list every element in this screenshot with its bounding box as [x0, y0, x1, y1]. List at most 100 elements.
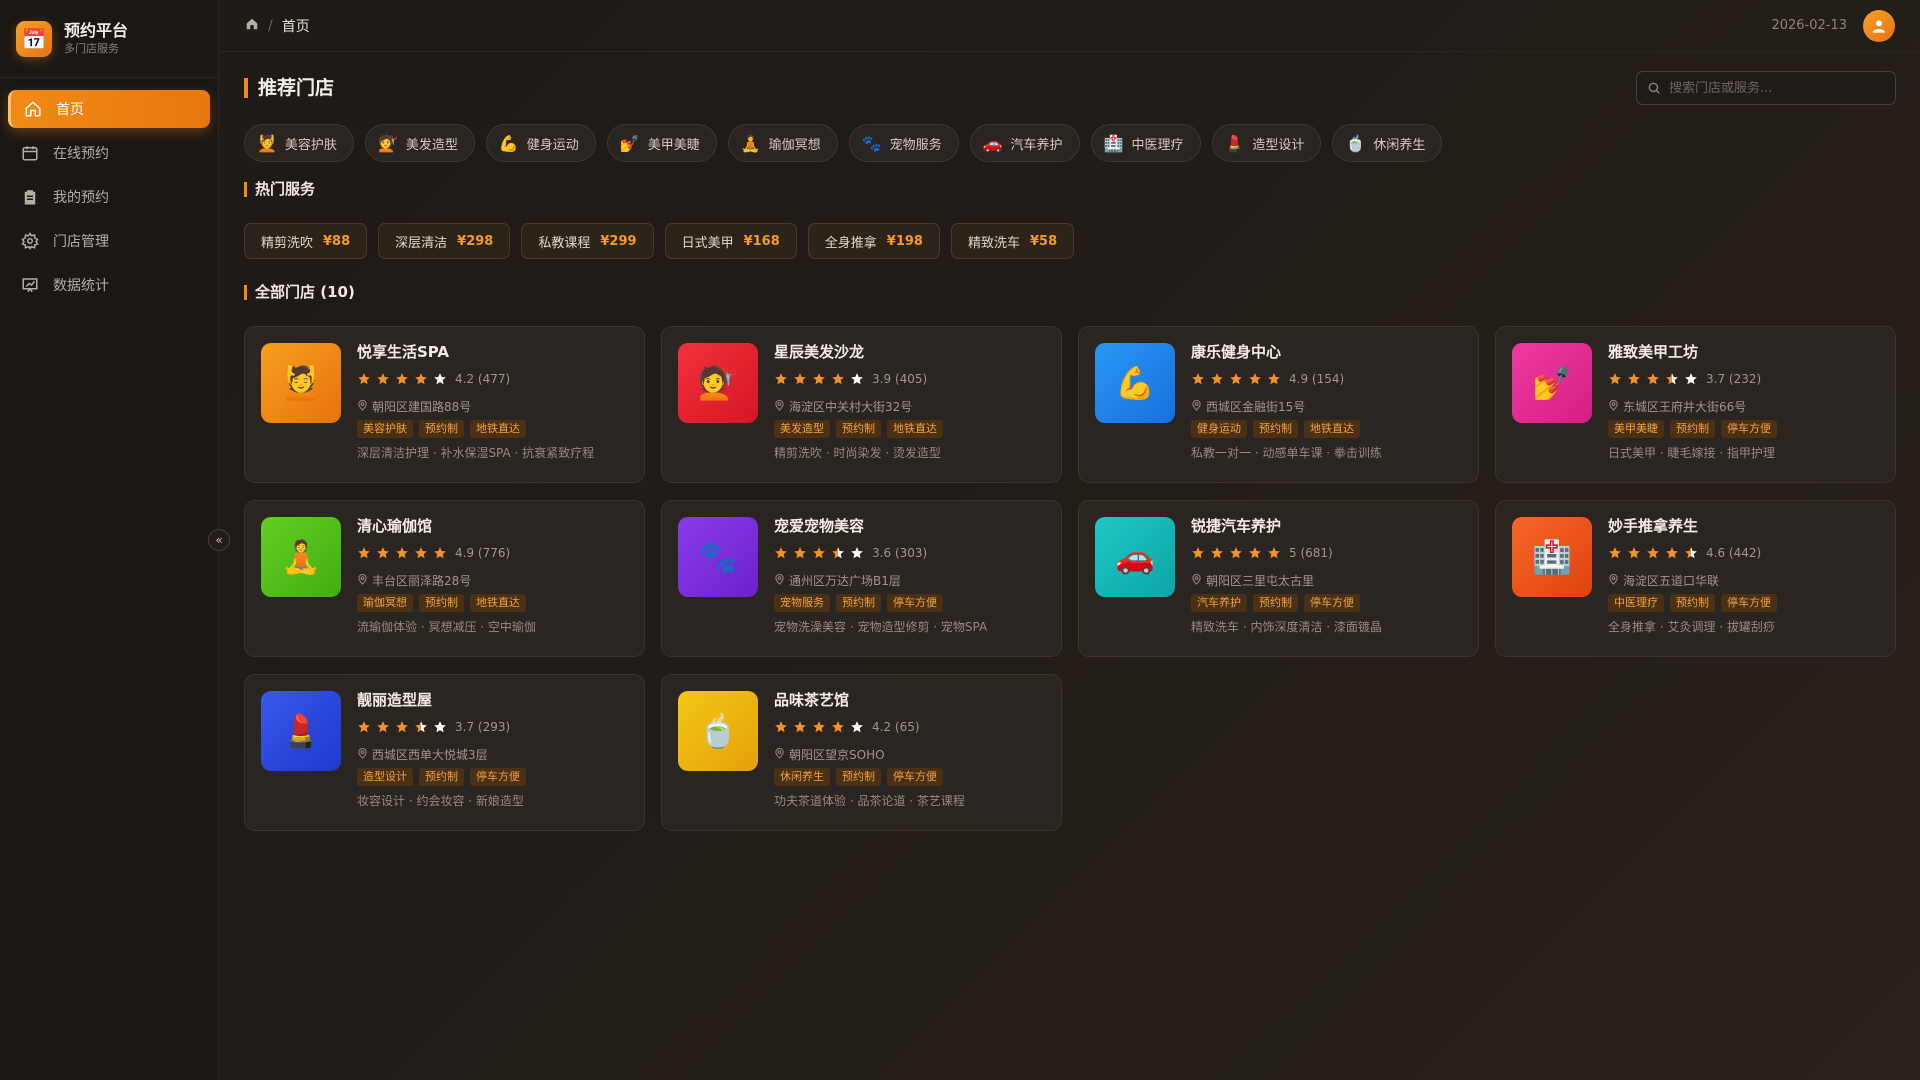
- address-text: 西城区西单大悦城3层: [372, 748, 488, 762]
- hot-services-heading: 热门服务: [244, 182, 1896, 197]
- hot-service-button[interactable]: 日式美甲 ¥168: [664, 223, 797, 259]
- store-card[interactable]: 🐾 宠爱宠物美容 3.6 (303) 通州区万达广场B1层 宠物服务 预约制 停车方便 宠物…: [661, 500, 1062, 657]
- store-thumbnail: 🐾: [678, 517, 758, 597]
- store-address: 西城区西单大悦城3层: [357, 746, 628, 763]
- home-icon[interactable]: [245, 17, 259, 35]
- rating-score: 4.9 (776): [455, 546, 511, 560]
- store-card[interactable]: 💅 雅致美甲工坊 3.7 (232) 东城区王府井大街66号 美甲美睫 预约制 停车方便日…: [1495, 326, 1896, 483]
- store-category-icon: 🏥: [1532, 538, 1572, 576]
- category-chip[interactable]: 🚗 汽车养护: [969, 124, 1080, 162]
- star-filled-icon: [376, 372, 390, 386]
- store-tag: 停车方便: [887, 594, 943, 612]
- topbar: / 首页 2026-02-13: [220, 0, 1920, 52]
- hot-service-button[interactable]: 精致洗车 ¥58: [950, 223, 1075, 259]
- nav-item-label: 我的预约: [53, 190, 109, 206]
- store-card[interactable]: 💆 悦享生活SPA 4.2 (477) 朝阳区建国路88号 美容护肤 预约制 地铁直达 深层…: [244, 326, 645, 483]
- address-text: 朝阳区建国路88号: [372, 400, 472, 414]
- brand[interactable]: 📅 预约平台 多门店服务: [0, 0, 218, 78]
- service-price: ¥58: [1029, 233, 1058, 249]
- store-info: 悦享生活SPA 4.2 (477) 朝阳区建国路88号 美容护肤 预约制 地铁直达 深层清…: [357, 343, 628, 466]
- store-tags: 美甲美睫 预约制 停车方便: [1608, 420, 1879, 438]
- hot-service-button[interactable]: 全身推拿 ¥198: [807, 223, 940, 259]
- nav-item-my-bookings[interactable]: 我的预约: [8, 178, 210, 216]
- category-icon: 💆: [257, 133, 277, 153]
- hot-service-button[interactable]: 深层清洁 ¥298: [378, 223, 511, 259]
- store-thumbnail: 💇: [678, 343, 758, 423]
- star-empty-icon: [433, 372, 447, 386]
- search-input[interactable]: [1669, 80, 1869, 96]
- store-tag: 地铁直达: [470, 594, 526, 612]
- star-filled-icon: [357, 720, 371, 734]
- service-name: 日式美甲: [681, 235, 734, 251]
- category-chip[interactable]: 🐾 宠物服务: [848, 124, 959, 162]
- store-info: 宠爱宠物美容 3.6 (303) 通州区万达广场B1层 宠物服务 预约制 停车方便 宠物洗…: [774, 517, 1045, 640]
- store-tag: 预约制: [1253, 420, 1298, 438]
- category-icon: 💄: [1224, 133, 1245, 153]
- star-filled-icon: [831, 720, 845, 734]
- location-pin-icon: [774, 747, 789, 762]
- store-tags: 美发造型 预约制 地铁直达: [774, 420, 1045, 438]
- service-price: ¥168: [743, 233, 780, 249]
- store-card[interactable]: 💪 康乐健身中心 4.9 (154) 西城区金融街15号 健身运动 预约制 地铁直达 私教一…: [1078, 326, 1479, 483]
- address-text: 朝阳区三里屯太古里: [1206, 574, 1315, 588]
- store-thumbnail: 🚗: [1095, 517, 1175, 597]
- store-name: 妙手推拿养生: [1608, 517, 1699, 535]
- category-chip[interactable]: 💆 美容护肤: [244, 124, 354, 162]
- store-card[interactable]: 💄 靓丽造型屋 3.7 (293) 西城区西单大悦城3层 造型设计 预约制 停车方便 妆容设…: [244, 674, 645, 831]
- category-icon: 🏥: [1103, 133, 1124, 153]
- nav-item-label: 首页: [56, 102, 84, 118]
- star-filled-icon: [1229, 372, 1243, 386]
- category-chip[interactable]: 💇 美发造型: [364, 124, 475, 162]
- store-rating: 3.7 (232): [1608, 371, 1879, 387]
- store-tag: 停车方便: [1721, 420, 1777, 438]
- star-filled-icon: [812, 372, 826, 386]
- address-text: 丰台区丽泽路28号: [372, 574, 472, 588]
- star-filled-icon: [376, 546, 390, 560]
- store-card[interactable]: 💇 星辰美发沙龙 3.9 (405) 海淀区中关村大街32号 美发造型 预约制 地铁直达精…: [661, 326, 1062, 483]
- store-rating: 5 (681): [1191, 545, 1462, 561]
- address-text: 东城区王府井大街66号: [1623, 400, 1747, 414]
- brand-subtitle: 多门店服务: [64, 42, 119, 55]
- hot-service-button[interactable]: 私教课程 ¥299: [521, 223, 654, 259]
- service-name: 深层清洁: [395, 235, 448, 251]
- store-tag: 中医理疗: [1608, 594, 1664, 612]
- category-chip[interactable]: 💪 健身运动: [485, 124, 596, 162]
- store-rating: 4.2 (477): [357, 371, 628, 387]
- star-filled-icon: [1210, 372, 1224, 386]
- hot-service-button[interactable]: 精剪洗吹 ¥88: [244, 223, 368, 259]
- store-tag: 美发造型: [774, 420, 830, 438]
- category-chip[interactable]: 🧘 瑜伽冥想: [727, 124, 838, 162]
- service-name: 全身推拿: [824, 235, 877, 251]
- store-card[interactable]: 🏥 妙手推拿养生 4.6 (442) 海淀区五道口华联 中医理疗 预约制 停车方便 全身推拿…: [1495, 500, 1896, 657]
- store-info: 锐捷汽车养护 5 (681) 朝阳区三里屯太古里 汽车养护 预约制 停车方便 精致洗车 ·…: [1191, 517, 1462, 640]
- star-empty-icon: [850, 372, 864, 386]
- rating-stars: [1191, 372, 1281, 386]
- star-half-icon: [414, 720, 428, 734]
- rating-score: 3.6 (303): [872, 546, 928, 560]
- store-tag: 造型设计: [357, 768, 413, 786]
- store-card[interactable]: 🍵 品味茶艺馆 4.2 (65) 朝阳区望京SOHO 休闲养生 预约制 停车方便 功夫茶道体…: [661, 674, 1062, 831]
- store-info: 康乐健身中心 4.9 (154) 西城区金融街15号 健身运动 预约制 地铁直达 私教一对…: [1191, 343, 1462, 466]
- category-chip[interactable]: 🍵 休闲养生: [1332, 124, 1443, 162]
- store-card[interactable]: 🧘 清心瑜伽馆 4.9 (776) 丰台区丽泽路28号 瑜伽冥想 预约制 地铁直达 流瑜伽体…: [244, 500, 645, 657]
- store-rating: 3.7 (293): [357, 719, 628, 735]
- store-card[interactable]: 🚗 锐捷汽车养护 5 (681) 朝阳区三里屯太古里 汽车养护 预约制 停车方便 精致洗车 …: [1078, 500, 1479, 657]
- location-pin-icon: [1608, 573, 1623, 588]
- category-chip[interactable]: 🏥 中医理疗: [1090, 124, 1201, 162]
- rating-score: 3.9 (405): [872, 372, 928, 386]
- category-chip[interactable]: 💄 造型设计: [1211, 124, 1322, 162]
- chart-icon: [20, 275, 40, 295]
- store-tag: 宠物服务: [774, 594, 830, 612]
- nav-item-online-booking[interactable]: 在线预约: [8, 134, 210, 172]
- nav-item-store-management[interactable]: 门店管理: [8, 222, 210, 260]
- store-name: 锐捷汽车养护: [1191, 517, 1282, 535]
- collapse-sidebar-button[interactable]: «: [208, 529, 230, 551]
- user-avatar[interactable]: [1863, 9, 1895, 42]
- category-chip[interactable]: 💅 美甲美睫: [606, 124, 717, 162]
- store-tags: 中医理疗 预约制 停车方便: [1608, 594, 1879, 612]
- nav-item-statistics[interactable]: 数据统计: [8, 266, 210, 304]
- search-box[interactable]: [1636, 71, 1896, 105]
- nav-item-home[interactable]: 首页: [8, 90, 210, 128]
- service-price: ¥88: [323, 233, 351, 249]
- store-tags: 瑜伽冥想 预约制 地铁直达: [357, 594, 628, 612]
